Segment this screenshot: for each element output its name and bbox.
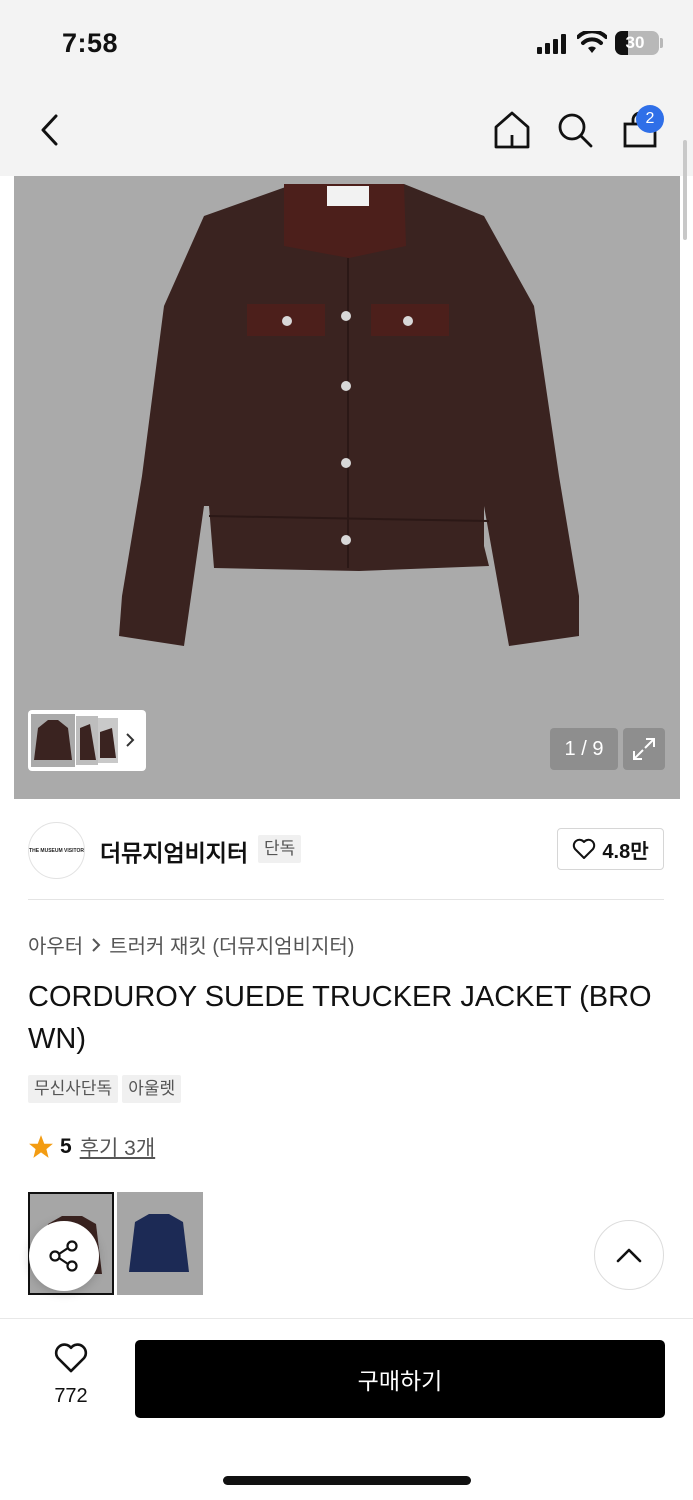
breadcrumb-category[interactable]: 아우터	[28, 930, 83, 959]
heart-icon	[573, 838, 596, 859]
rating-score: 5	[60, 1135, 72, 1158]
chevron-up-icon	[616, 1248, 642, 1263]
thumbnail-images	[31, 714, 135, 767]
star-icon	[29, 1135, 53, 1158]
jacket-illustration	[119, 184, 579, 646]
scroll-to-top-button[interactable]	[594, 1220, 664, 1290]
expand-icon	[633, 738, 655, 760]
exclusive-tag: 단독	[258, 835, 302, 863]
chevron-left-icon	[41, 114, 58, 146]
status-time: 7:58	[62, 28, 119, 58]
breadcrumb-subcategory[interactable]: 트러커 재킷 (더뮤지엄비지터)	[109, 930, 354, 959]
product-image[interactable]	[14, 176, 680, 799]
wifi-icon	[577, 31, 607, 53]
brand-like-button[interactable]: 4.8만	[557, 828, 664, 870]
battery-tip	[660, 38, 663, 48]
home-button[interactable]	[487, 105, 537, 155]
brand-row[interactable]: THE MUSEUM VISITOR 더뮤지엄비지터 단독 4.8만	[0, 800, 693, 900]
cart-count-badge: 2	[636, 105, 664, 133]
chevron-right-icon	[92, 937, 101, 952]
brand-like-count: 4.8만	[602, 840, 649, 863]
cellular-signal-icon	[537, 34, 567, 54]
battery-icon: 30	[615, 31, 659, 55]
divider	[28, 899, 664, 900]
share-button[interactable]	[29, 1221, 99, 1291]
brand-logo[interactable]: THE MUSEUM VISITOR	[28, 822, 85, 879]
wishlist-button[interactable]: 772	[36, 1342, 106, 1412]
product-title: CORDUROY SUEDE TRUCKER JACKET (BROWN)	[28, 981, 652, 1055]
tag-musinsa-exclusive: 무신사단독	[28, 1075, 119, 1103]
search-icon	[558, 113, 593, 148]
color-option-navy[interactable]	[117, 1192, 203, 1295]
buy-button[interactable]: 구매하기	[135, 1340, 665, 1418]
home-indicator[interactable]	[223, 1476, 471, 1485]
back-button[interactable]	[25, 105, 75, 155]
image-counter: 1 / 9	[550, 728, 618, 770]
heart-icon	[54, 1343, 88, 1373]
product-tags: 무신사단독 아울렛	[28, 1075, 182, 1103]
chevron-right-icon	[126, 733, 135, 747]
thumbnail-strip[interactable]	[28, 710, 146, 771]
expand-button[interactable]	[623, 728, 665, 770]
tag-outlet: 아울렛	[122, 1075, 182, 1103]
search-button[interactable]	[550, 105, 600, 155]
reviews-link[interactable]: 후기 3개	[80, 1132, 155, 1162]
rating-row[interactable]: 5 후기 3개	[28, 1132, 155, 1162]
wishlist-count: 772	[54, 1385, 88, 1407]
navy-jacket-thumbnail	[129, 1214, 189, 1272]
status-bar: 7:58 30	[0, 0, 693, 88]
share-icon	[49, 1240, 78, 1272]
breadcrumb[interactable]: 아우터 트러커 재킷 (더뮤지엄비지터)	[28, 930, 354, 959]
brand-name[interactable]: 더뮤지엄비지터	[100, 834, 248, 868]
battery-percent: 30	[625, 33, 645, 52]
page-scrollbar[interactable]	[683, 140, 687, 240]
home-icon	[494, 111, 530, 149]
